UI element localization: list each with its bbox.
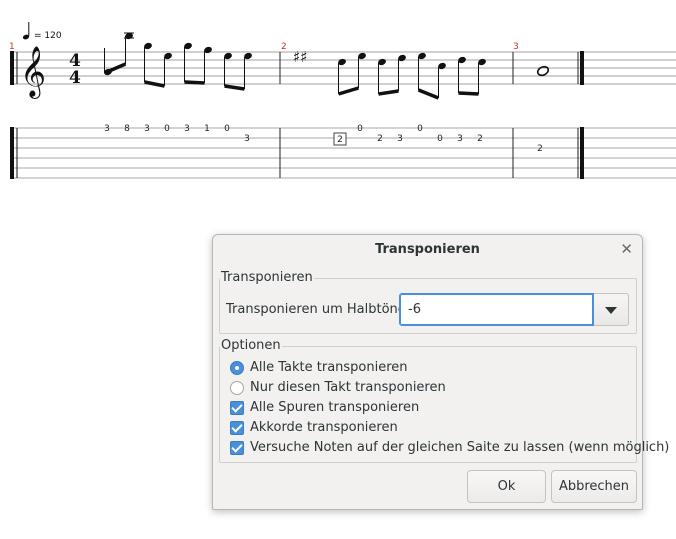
checkbox-same-string-label: Versuche Noten auf der gleichen Saite zu… xyxy=(250,440,670,455)
tab-number: 0 xyxy=(224,124,230,134)
tab-number: 3 xyxy=(184,124,190,134)
transpose-group-legend: Transponieren xyxy=(220,270,314,285)
tab-number: 2 xyxy=(537,144,543,154)
key-signature: ♯♯ xyxy=(293,48,308,66)
tab-number: 3 xyxy=(244,134,250,144)
tab-number: 2 xyxy=(477,134,483,144)
semitones-dropdown-button[interactable] xyxy=(594,293,629,326)
checkbox-all-tracks-label: Alle Spuren transponieren xyxy=(250,400,420,415)
tab-number: 3 xyxy=(104,124,110,134)
time-signature-bottom: 4 xyxy=(69,68,81,88)
tab-number: 3 xyxy=(144,124,150,134)
standard-staff xyxy=(10,51,676,85)
semitones-input[interactable] xyxy=(399,293,594,326)
tempo-value: = 120 xyxy=(34,31,62,41)
tab-number: 0 xyxy=(417,124,423,134)
final-bar-tab xyxy=(580,127,584,179)
checkbox-checked[interactable] xyxy=(230,441,244,455)
options-group-legend: Optionen xyxy=(220,338,282,353)
checkbox-chords-label: Akkorde transponieren xyxy=(250,420,398,435)
tab-numbers-measure-1: 3 8 3 0 3 1 0 3 xyxy=(104,124,250,144)
tab-number: 0 xyxy=(437,134,443,144)
tab-number: 0 xyxy=(164,124,170,134)
score-view: 1 2 3 = 120 𝄞 4 4 ♯♯ 3 8 3 0 3 1 0 3 2 0… xyxy=(9,22,676,179)
radio-button-selected[interactable] xyxy=(230,361,244,375)
tab-number: 2 xyxy=(377,134,383,144)
dialog-title: Transponieren xyxy=(375,242,480,257)
tab-number: 2 xyxy=(337,135,343,145)
final-bar-standard xyxy=(580,51,584,85)
checkbox-checked[interactable] xyxy=(230,401,244,415)
barlines xyxy=(279,52,579,178)
tab-number: 1 xyxy=(204,124,210,134)
transpose-dialog: Transponieren ✕ Transponieren Transponie… xyxy=(212,234,669,510)
measure-number-1: 1 xyxy=(9,42,15,52)
tab-number: 0 xyxy=(357,124,363,134)
dialog-titlebar[interactable]: Transponieren ✕ xyxy=(213,235,642,265)
tab-number: 3 xyxy=(457,134,463,144)
radio-this-measure-label: Nur diesen Takt transponieren xyxy=(250,380,446,395)
chevron-down-icon xyxy=(605,307,617,314)
close-icon[interactable]: ✕ xyxy=(620,240,633,258)
treble-clef-icon: 𝄞 xyxy=(20,46,46,99)
tab-number: 8 xyxy=(124,124,130,134)
checkbox-checked[interactable] xyxy=(230,421,244,435)
semitones-label: Transponieren um Halbtöne xyxy=(226,302,406,317)
tab-numbers-measure-2: 2 0 2 3 0 0 3 2 xyxy=(337,124,483,145)
tab-number: 3 xyxy=(397,134,403,144)
tempo-note-icon xyxy=(22,22,30,40)
system-start-bar-standard xyxy=(10,51,14,85)
notes-measure-2 xyxy=(337,52,486,100)
system-start-bar-tab xyxy=(10,127,14,179)
tab-numbers-measure-3: 2 xyxy=(537,144,543,154)
ok-button[interactable]: Ok xyxy=(467,470,546,503)
measure-number-2: 2 xyxy=(281,42,287,52)
notes-measure-3 xyxy=(536,65,550,77)
cancel-button[interactable]: Abbrechen xyxy=(551,470,637,503)
radio-button[interactable] xyxy=(230,381,244,395)
measure-number-3: 3 xyxy=(513,42,519,52)
semitones-combobox xyxy=(399,293,629,326)
radio-all-measures-label: Alle Takte transponieren xyxy=(250,360,408,375)
